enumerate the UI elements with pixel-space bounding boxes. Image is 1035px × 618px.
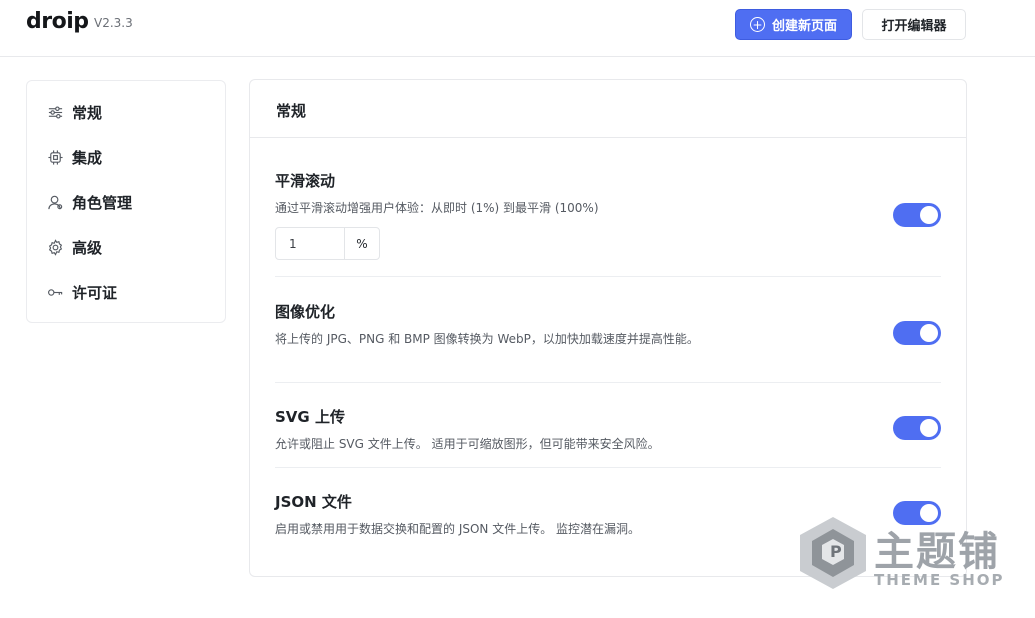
setting-description: 允许或阻止 SVG 文件上传。 适用于可缩放图形，但可能带来安全风险。 bbox=[275, 437, 660, 451]
sidebar-item-label: 角色管理 bbox=[72, 193, 133, 212]
watermark-logo-icon: P bbox=[800, 517, 866, 589]
setting-image-optimization: 图像优化 将上传的 JPG、PNG 和 BMP 图像转换为 WebP，以加快加载… bbox=[275, 301, 941, 383]
sidebar-item-license[interactable]: 许可证 bbox=[47, 281, 117, 303]
chip-icon bbox=[47, 149, 64, 166]
version-label: V2.3.3 bbox=[94, 16, 133, 30]
percent-unit: % bbox=[344, 228, 379, 259]
top-bar: droip V2.3.3 + 创建新页面 打开编辑器 bbox=[0, 0, 1035, 57]
sidebar-item-label: 高级 bbox=[72, 238, 103, 257]
watermark-subtext: THEME SHOP bbox=[874, 571, 1005, 589]
sidebar-item-label: 集成 bbox=[72, 148, 103, 167]
sidebar-item-roles[interactable]: 角色管理 bbox=[47, 191, 132, 213]
logo[interactable]: droip bbox=[26, 9, 89, 34]
settings-sidebar: 常规 集成 角色管理 高级 许可证 bbox=[26, 80, 226, 323]
sidebar-item-advanced[interactable]: 高级 bbox=[47, 236, 102, 258]
image-optimization-toggle[interactable] bbox=[893, 321, 941, 345]
smooth-scroll-input[interactable] bbox=[276, 228, 344, 259]
svg-upload-toggle[interactable] bbox=[893, 416, 941, 440]
sliders-icon bbox=[47, 104, 64, 121]
setting-title: JSON 文件 bbox=[275, 493, 352, 511]
page-title: 常规 bbox=[276, 102, 307, 120]
toggle-knob bbox=[920, 206, 938, 224]
sidebar-item-general[interactable]: 常规 bbox=[47, 101, 102, 123]
plus-circle-icon: + bbox=[749, 17, 765, 32]
setting-description: 启用或禁用用于数据交换和配置的 JSON 文件上传。 监控潜在漏洞。 bbox=[275, 522, 641, 536]
setting-description: 通过平滑滚动增强用户体验：从即时 (1%) 到最平滑 (100%) bbox=[275, 201, 599, 215]
sidebar-item-label: 常规 bbox=[72, 103, 103, 122]
watermark: P 主题铺 THEME SHOP bbox=[796, 511, 1016, 595]
card-header: 常规 bbox=[250, 80, 966, 138]
settings-card: 常规 平滑滚动 通过平滑滚动增强用户体验：从即时 (1%) 到最平滑 (100%… bbox=[249, 79, 967, 577]
open-editor-button[interactable]: 打开编辑器 bbox=[862, 9, 966, 40]
sidebar-item-label: 许可证 bbox=[72, 283, 118, 302]
svg-text:P: P bbox=[830, 542, 842, 561]
toggle-knob bbox=[920, 419, 938, 437]
create-page-label: 创建新页面 bbox=[771, 19, 837, 34]
toggle-knob bbox=[920, 324, 938, 342]
watermark-text: 主题铺 bbox=[874, 529, 1000, 575]
key-icon bbox=[47, 284, 64, 301]
setting-title: 平滑滚动 bbox=[275, 172, 336, 190]
smooth-scroll-input-group: % bbox=[275, 227, 380, 260]
setting-title: 图像优化 bbox=[275, 303, 336, 321]
setting-title: SVG 上传 bbox=[275, 408, 345, 426]
sidebar-item-integrations[interactable]: 集成 bbox=[47, 146, 102, 168]
setting-description: 将上传的 JPG、PNG 和 BMP 图像转换为 WebP，以加快加载速度并提高… bbox=[275, 332, 699, 346]
setting-svg-upload: SVG 上传 允许或阻止 SVG 文件上传。 适用于可缩放图形，但可能带来安全风… bbox=[275, 406, 941, 468]
user-icon bbox=[47, 194, 64, 211]
smooth-scroll-toggle[interactable] bbox=[893, 203, 941, 227]
gear-icon bbox=[47, 238, 64, 256]
create-page-button[interactable]: + 创建新页面 bbox=[735, 9, 852, 40]
setting-smooth-scroll: 平滑滚动 通过平滑滚动增强用户体验：从即时 (1%) 到最平滑 (100%) % bbox=[275, 170, 941, 277]
